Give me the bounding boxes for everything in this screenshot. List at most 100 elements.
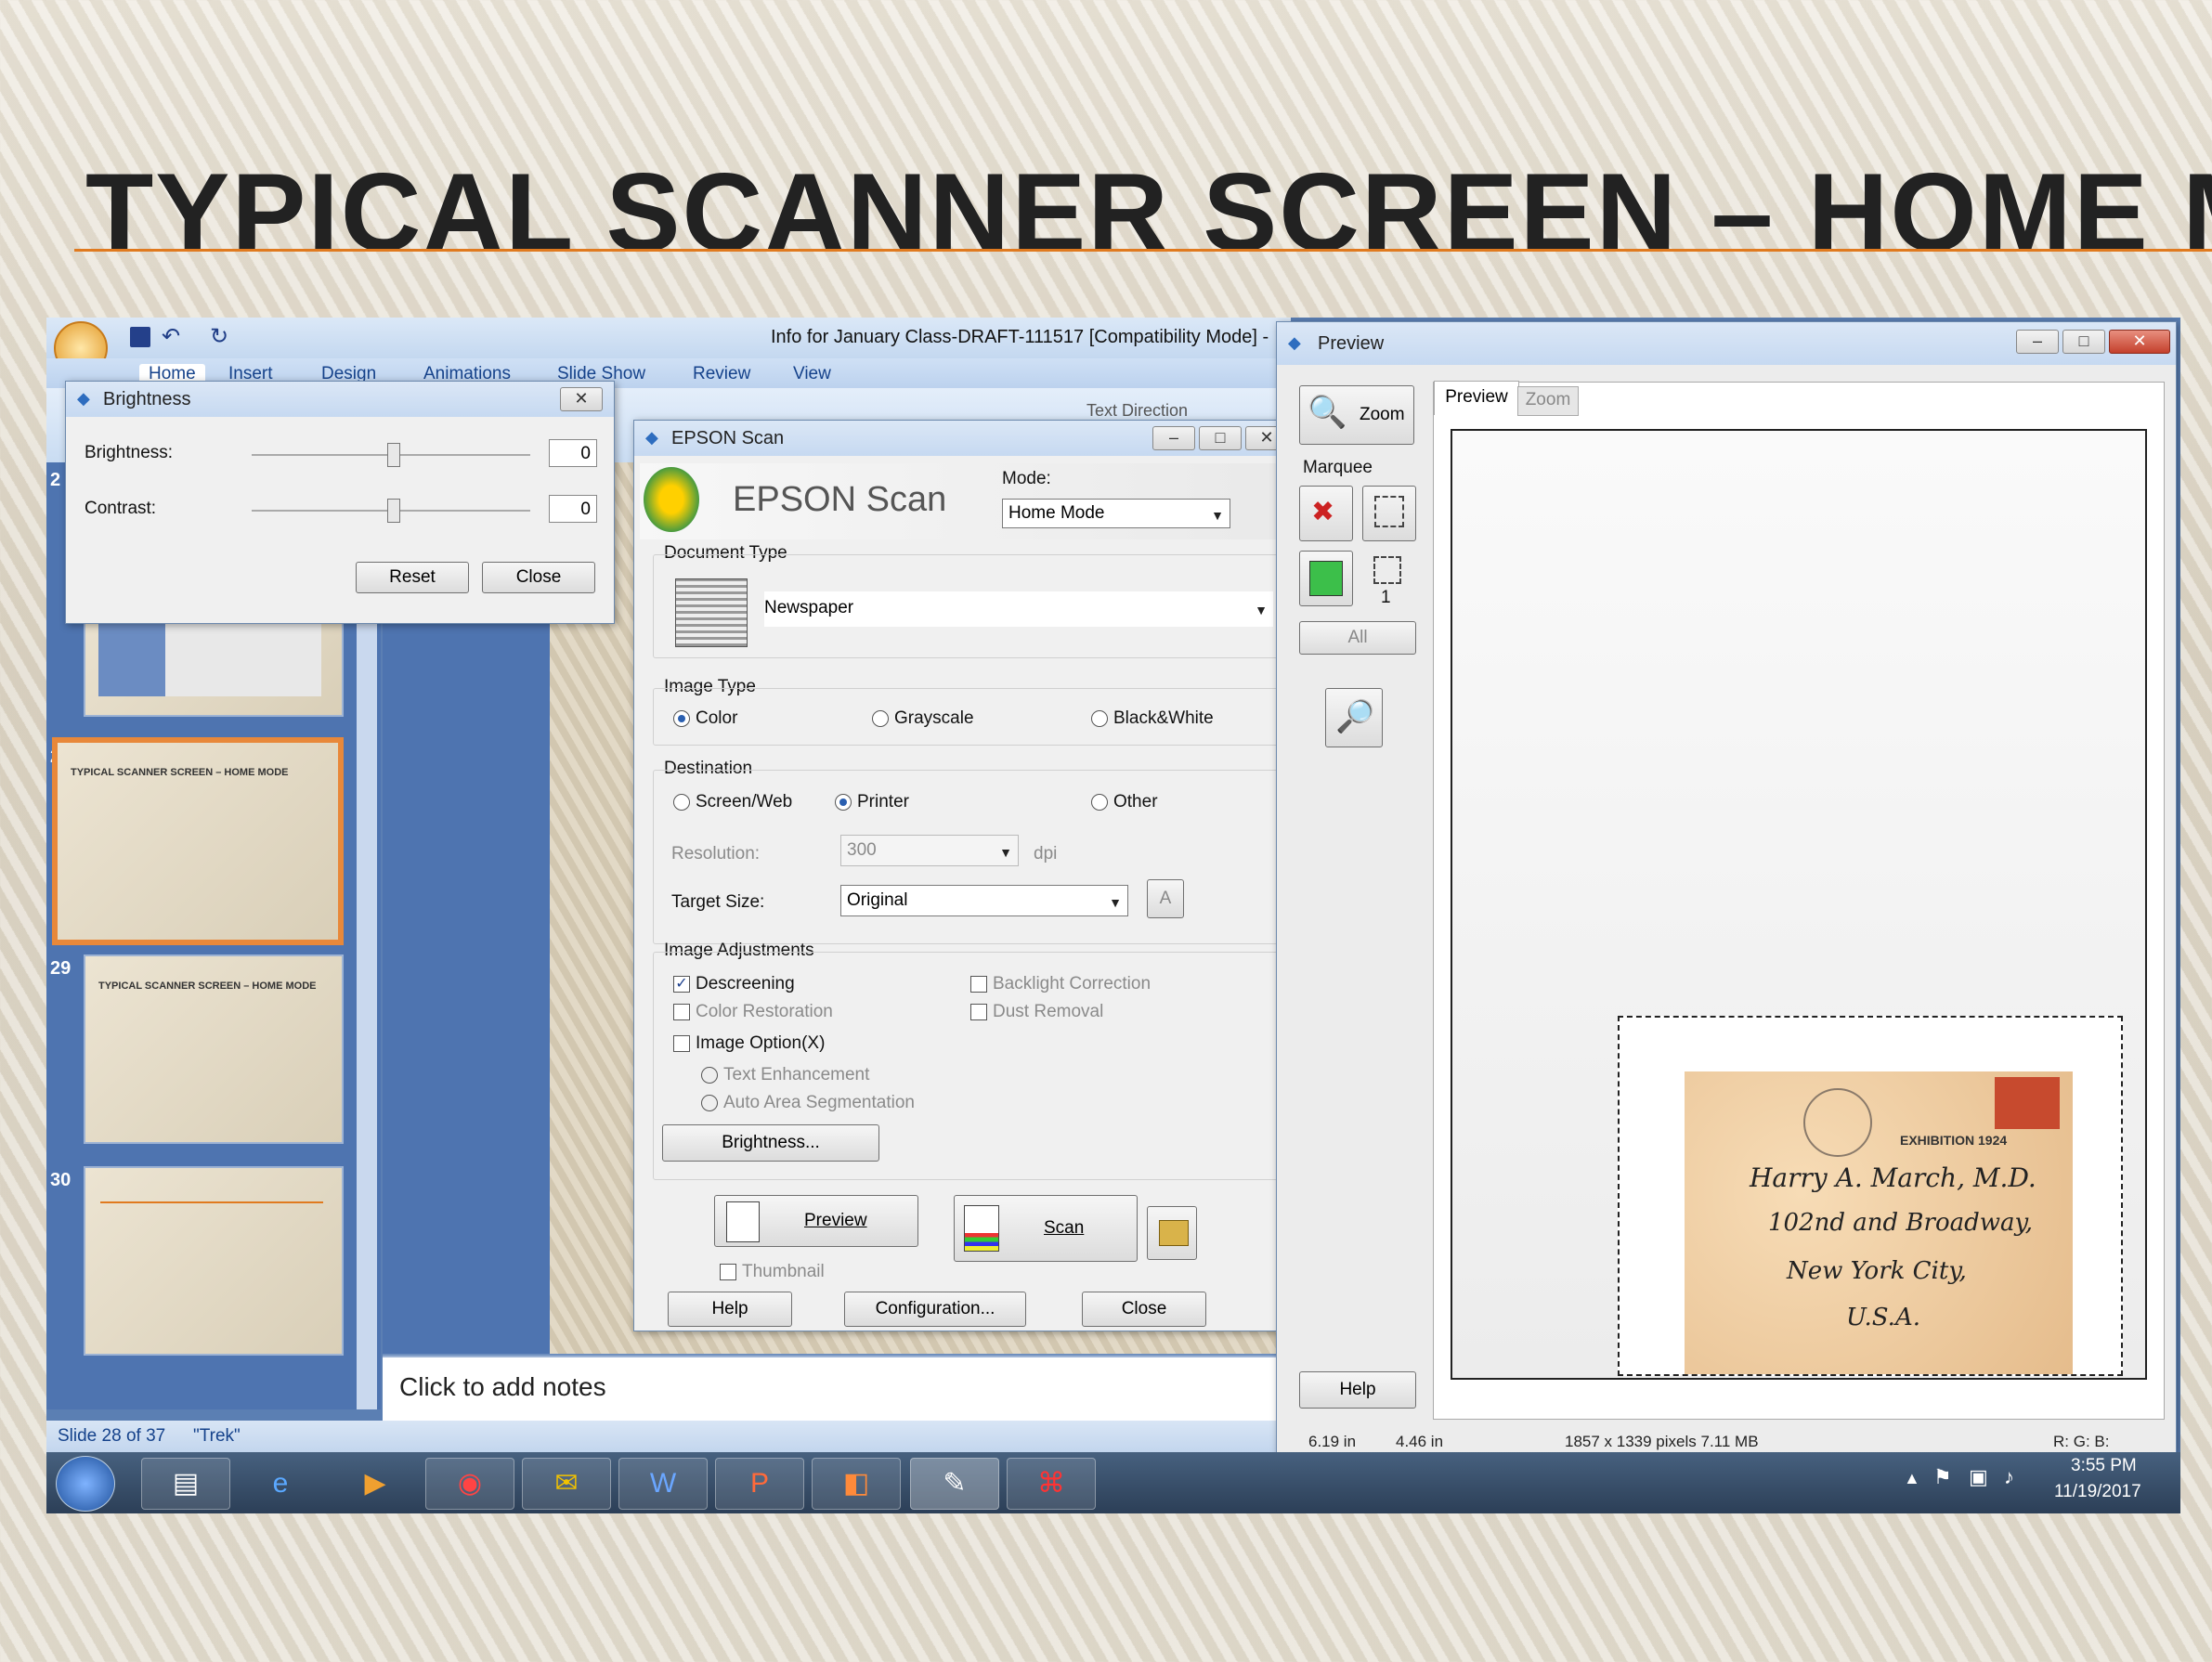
grayscale-radio[interactable] [872, 710, 889, 727]
thumbnail-label: Thumbnail [742, 1262, 825, 1281]
target-size-edit-button[interactable]: A [1147, 879, 1184, 918]
newspaper-icon [675, 578, 748, 647]
dust-removal-checkbox[interactable] [970, 1004, 987, 1020]
resolution-select[interactable]: 300 [840, 835, 1019, 867]
black-white-radio[interactable] [1091, 710, 1108, 727]
redo-icon[interactable]: ↻ [210, 323, 228, 350]
tab-view[interactable]: View [793, 364, 831, 384]
close-icon[interactable]: ✕ [560, 387, 603, 411]
notes-placeholder: Click to add notes [399, 1372, 606, 1401]
maximize-icon[interactable]: □ [1199, 426, 1242, 450]
image-adjust-button[interactable]: 🔎 [1325, 688, 1383, 747]
clock-time[interactable]: 3:55 PM [2071, 1456, 2137, 1476]
ppt-window-title: Info for January Class-DRAFT-111517 [Com… [771, 327, 1269, 347]
text-enhancement-radio[interactable] [701, 1067, 718, 1084]
close-button[interactable]: Close [482, 562, 595, 593]
file-save-settings-button[interactable] [1147, 1206, 1197, 1260]
zoom-button[interactable]: 🔍 Zoom [1299, 385, 1414, 445]
delete-marquee-button[interactable]: ✖ [1299, 486, 1353, 541]
color-restoration-checkbox[interactable] [673, 1004, 690, 1020]
network-icon[interactable]: ▣ [1969, 1465, 1988, 1489]
volume-icon[interactable]: ♪ [2004, 1465, 2014, 1489]
explorer-taskbar-icon[interactable]: ▤ [141, 1458, 230, 1510]
clock-date[interactable]: 11/19/2017 [2054, 1482, 2141, 1502]
epson-titlebar: ◆ EPSON Scan – □ ✕ [634, 421, 1312, 456]
preview-help-button[interactable]: Help [1299, 1371, 1416, 1409]
notes-pane[interactable]: Click to add notes [383, 1356, 1293, 1424]
slide-title: TYPICAL SCANNER SCREEN – HOME MODE [85, 150, 2212, 275]
mode-select[interactable]: Home Mode [1002, 499, 1230, 529]
thumbnail-checkbox[interactable] [720, 1264, 736, 1280]
descreening-checkbox[interactable]: ✓ [673, 976, 690, 993]
thumb-number: 29 [50, 958, 72, 979]
epson-scan-taskbar-icon[interactable]: ✎ [910, 1458, 999, 1510]
dust-removal-label: Dust Removal [993, 1002, 1104, 1021]
media-player-taskbar-icon[interactable]: ▶ [331, 1458, 420, 1510]
ie-taskbar-icon[interactable]: e [236, 1458, 325, 1510]
image-option-checkbox[interactable] [673, 1035, 690, 1052]
flag-icon[interactable]: ⚑ [1933, 1465, 1952, 1489]
word-taskbar-icon[interactable]: W [618, 1458, 708, 1510]
brightness-value[interactable]: 0 [549, 439, 597, 467]
descreening-label: Descreening [696, 974, 795, 993]
pixel-readout: 1857 x 1339 pixels 7.11 MB [1565, 1433, 1759, 1450]
slide-counter: Slide 28 of 37 [58, 1426, 166, 1446]
brightness-slider-thumb[interactable] [387, 443, 400, 467]
preview-label: Preview [804, 1211, 867, 1230]
duplicate-marquee-icon [1374, 496, 1404, 527]
tab-zoom[interactable]: Zoom [1517, 386, 1579, 416]
contrast-value[interactable]: 0 [549, 495, 597, 523]
reset-button[interactable]: Reset [356, 562, 469, 593]
address-line: Harry A. March, M.D. [1750, 1162, 2036, 1193]
start-button[interactable] [56, 1456, 115, 1512]
close-button[interactable]: Close [1082, 1292, 1206, 1327]
close-icon[interactable]: ✕ [2109, 330, 2170, 354]
chrome-taskbar-icon[interactable]: ◉ [425, 1458, 514, 1510]
outlook-taskbar-icon[interactable]: ✉ [522, 1458, 611, 1510]
contrast-slider-thumb[interactable] [387, 499, 400, 523]
scan-button[interactable]: Scan [954, 1195, 1138, 1262]
powerpoint-taskbar-icon[interactable]: ◧ [812, 1458, 901, 1510]
other-label: Other [1113, 792, 1158, 812]
acrobat-taskbar-icon[interactable]: ⌘ [1007, 1458, 1096, 1510]
dpi-label: dpi [1034, 844, 1058, 863]
slide-thumbnail[interactable] [84, 1166, 344, 1356]
preview-button[interactable]: Preview [714, 1195, 918, 1247]
minimize-icon[interactable]: – [2016, 330, 2059, 354]
slide-thumbnail-selected[interactable]: TYPICAL SCANNER SCREEN – HOME MODE [52, 737, 344, 945]
tab-review[interactable]: Review [693, 364, 750, 384]
tab-preview[interactable]: Preview [1434, 381, 1519, 415]
epson-header: EPSON Scan Mode: Home Mode [640, 463, 1303, 539]
other-radio[interactable] [1091, 794, 1108, 811]
configuration-button[interactable]: Configuration... [844, 1292, 1026, 1327]
brightness-button[interactable]: Brightness... [662, 1124, 879, 1162]
maximize-icon[interactable]: □ [2062, 330, 2105, 354]
help-button[interactable]: Help [668, 1292, 792, 1327]
preview-image-area[interactable]: EXHIBITION 1924 Harry A. March, M.D. 102… [1451, 429, 2147, 1380]
minimize-icon[interactable]: – [1152, 426, 1195, 450]
undo-icon[interactable]: ↶ [162, 323, 180, 350]
printer-radio[interactable] [835, 794, 852, 811]
marquee-count: 1 [1381, 588, 1391, 607]
contrast-label: Contrast: [85, 499, 157, 518]
color-radio[interactable] [673, 710, 690, 727]
all-button[interactable]: All [1299, 621, 1416, 655]
auto-locate-button[interactable] [1299, 551, 1353, 606]
duplicate-marquee-button[interactable] [1362, 486, 1416, 541]
auto-area-radio[interactable] [701, 1095, 718, 1111]
scan-marquee[interactable]: EXHIBITION 1924 Harry A. March, M.D. 102… [1618, 1016, 2123, 1376]
marquee-count-icon [1373, 556, 1401, 584]
theme-name: "Trek" [193, 1426, 241, 1446]
screen-web-radio[interactable] [673, 794, 690, 811]
thumb-number: 30 [50, 1170, 72, 1190]
tray-arrow-icon[interactable]: ▲ [1904, 1469, 1920, 1488]
thumb-title: TYPICAL SCANNER SCREEN – HOME MODE [98, 980, 317, 992]
epson-icon: ◆ [1288, 333, 1301, 352]
publisher-taskbar-icon[interactable]: P [715, 1458, 804, 1510]
text-direction-button[interactable]: Text Direction [1086, 401, 1188, 421]
slide-thumbnail[interactable]: TYPICAL SCANNER SCREEN – HOME MODE [84, 954, 344, 1144]
save-icon[interactable] [130, 327, 150, 347]
target-size-select[interactable]: Original [840, 885, 1128, 917]
document-type-select[interactable]: Newspaper [764, 591, 1273, 627]
backlight-checkbox[interactable] [970, 976, 987, 993]
